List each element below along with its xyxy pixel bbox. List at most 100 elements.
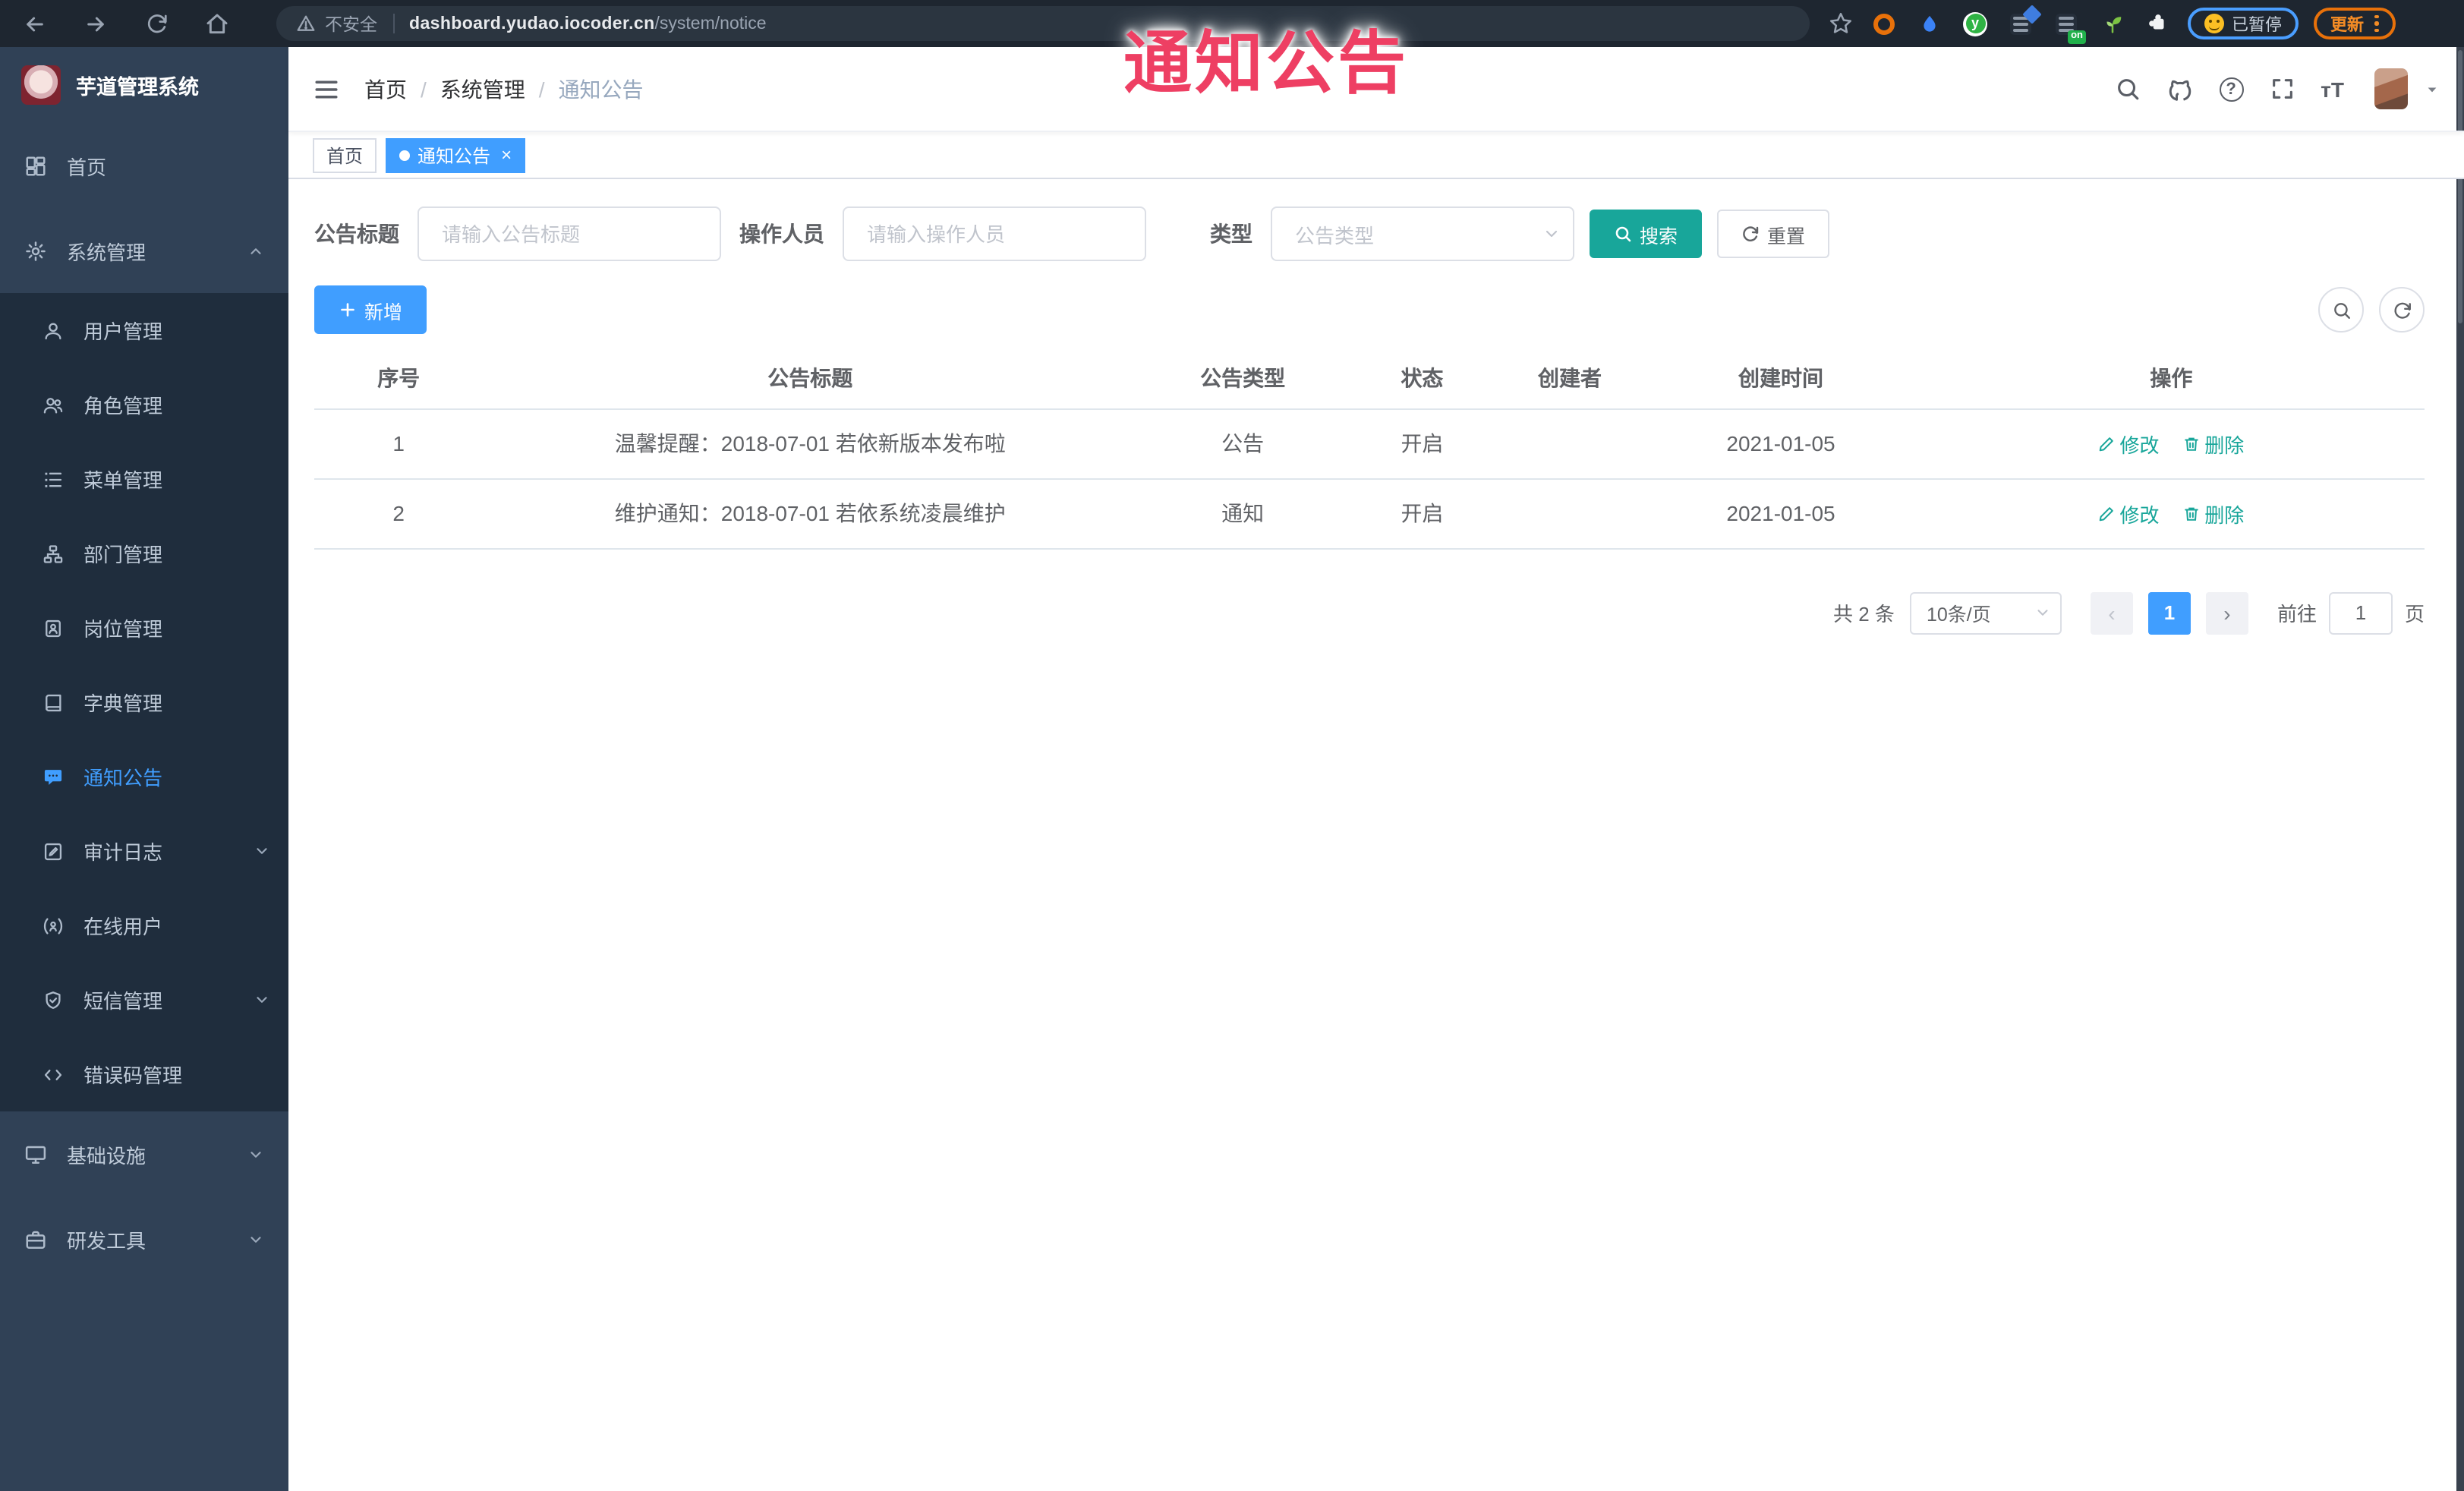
- cell-creator: [1495, 478, 1644, 549]
- browser-back-icon[interactable]: [15, 5, 55, 42]
- sidebar-item-audit-log[interactable]: 审计日志: [0, 814, 288, 888]
- sidebar-item-dictionary[interactable]: 字典管理: [0, 665, 288, 739]
- book-icon: [43, 692, 64, 713]
- address-bar[interactable]: 不安全 dashboard.yudao.iocoder.cn /system/n…: [276, 6, 1810, 41]
- next-page-button[interactable]: ›: [2205, 591, 2248, 634]
- breadcrumb-system[interactable]: 系统管理: [440, 74, 525, 104]
- header-type: 公告类型: [1137, 348, 1349, 409]
- profile-paused-badge[interactable]: 已暂停: [2188, 8, 2299, 39]
- sidebar-item-online-users[interactable]: 在线用户: [0, 888, 288, 963]
- sidebar-item-devtools[interactable]: 研发工具: [0, 1196, 288, 1281]
- fullscreen-icon[interactable]: [2269, 76, 2295, 102]
- bookmark-star-icon[interactable]: [1828, 11, 1854, 36]
- sidebar-item-departments[interactable]: 部门管理: [0, 516, 288, 591]
- extension-y-icon[interactable]: y: [1960, 8, 1990, 39]
- header-no: 序号: [314, 348, 484, 409]
- reset-button-label: 重置: [1767, 225, 1806, 247]
- cell-type: 公告: [1137, 408, 1349, 479]
- toolbox-icon: [24, 1228, 47, 1250]
- tags-view-bar: 首页 通知公告 ×: [288, 132, 2464, 179]
- extensions-puzzle-icon[interactable]: [2142, 8, 2173, 39]
- cell-actions: 修改 删除: [1917, 408, 2425, 479]
- screen: 通知公告 不安全 dashboard.yudao.iocoder.cn /sys…: [0, 0, 2464, 1491]
- search-button-label: 搜索: [1640, 225, 1678, 247]
- people-icon: [43, 394, 64, 415]
- operator-input[interactable]: [843, 206, 1146, 261]
- delete-button[interactable]: 删除: [2183, 429, 2244, 458]
- right-toolbar: [2318, 287, 2425, 333]
- user-avatar[interactable]: [2374, 68, 2408, 109]
- url-path: /system/notice: [654, 14, 767, 33]
- sidebar: 芋道管理系统 首页 系统管理 用户管理 角色管理 菜单管理 部门管理 岗位管理 …: [0, 47, 288, 1491]
- app-logo-row[interactable]: 芋道管理系统: [0, 47, 288, 123]
- chevron-down-icon: [2034, 604, 2051, 621]
- extension-diamond-icon[interactable]: [2006, 4, 2042, 39]
- type-label: 类型: [1210, 222, 1252, 246]
- refresh-table-button[interactable]: [2379, 287, 2425, 333]
- notice-type-select[interactable]: 公告类型: [1271, 206, 1574, 261]
- security-warning-icon[interactable]: [296, 14, 316, 33]
- extension-drop-icon[interactable]: [1914, 8, 1945, 39]
- extension-on-badge-icon[interactable]: on: [2051, 8, 2086, 43]
- tag-label: 通知公告: [417, 145, 491, 166]
- chevron-up-icon: [247, 242, 264, 259]
- org-tree-icon: [43, 543, 64, 564]
- cell-creator: [1495, 408, 1644, 479]
- extension-orange-icon[interactable]: [1869, 8, 1899, 39]
- trash-icon: [2183, 505, 2200, 522]
- header-search-icon[interactable]: [2114, 76, 2140, 102]
- help-icon[interactable]: ?: [2219, 77, 2244, 101]
- search-icon: [2331, 300, 2351, 320]
- tag-close-icon[interactable]: ×: [501, 146, 512, 164]
- browser-update-button[interactable]: 更新: [2314, 8, 2395, 39]
- extension-leaf-icon[interactable]: [2097, 8, 2127, 39]
- notice-title-label: 公告标题: [314, 222, 399, 246]
- font-size-icon[interactable]: тT: [2321, 77, 2344, 101]
- edit-button[interactable]: 修改: [2098, 499, 2159, 528]
- edit-button[interactable]: 修改: [2098, 429, 2159, 458]
- sidebar-item-infrastructure[interactable]: 基础设施: [0, 1111, 288, 1196]
- breadcrumb-home[interactable]: 首页: [364, 74, 407, 104]
- sidebar-item-roles[interactable]: 角色管理: [0, 367, 288, 442]
- avatar-caret-down-icon[interactable]: [2425, 81, 2440, 96]
- github-icon[interactable]: [2166, 75, 2193, 102]
- current-page[interactable]: 1: [2147, 591, 2191, 634]
- sidebar-item-label: 基础设施: [67, 1144, 147, 1167]
- breadcrumb-current: 通知公告: [558, 77, 644, 101]
- page-size-select[interactable]: 10条/页: [1909, 591, 2062, 634]
- reset-button[interactable]: 重置: [1717, 210, 1830, 258]
- select-placeholder: 公告类型: [1295, 224, 1375, 247]
- sidebar-item-home[interactable]: 首页: [0, 123, 288, 208]
- page-scrollbar[interactable]: [2456, 47, 2464, 1491]
- browser-forward-icon[interactable]: [76, 5, 115, 42]
- sidebar-item-posts[interactable]: 岗位管理: [0, 591, 288, 665]
- sidebar-item-users[interactable]: 用户管理: [0, 293, 288, 367]
- prev-page-button[interactable]: ‹: [2090, 591, 2133, 634]
- navbar-actions: ? тT: [2114, 68, 2440, 109]
- search-icon: [1614, 225, 1632, 243]
- sidebar-item-error-codes[interactable]: 错误码管理: [0, 1037, 288, 1111]
- sidebar-item-notices[interactable]: 通知公告: [0, 739, 288, 814]
- tag-notices-active[interactable]: 通知公告 ×: [386, 137, 526, 172]
- sidebar-item-label: 用户管理: [83, 320, 163, 343]
- goto-page-input[interactable]: [2328, 591, 2393, 634]
- sidebar-item-system[interactable]: 系统管理: [0, 208, 288, 293]
- notice-title-input[interactable]: [417, 206, 721, 261]
- page-size-value: 10条/页: [1926, 604, 1991, 626]
- table-toolbar: 新增: [314, 285, 2425, 334]
- delete-button[interactable]: 删除: [2183, 499, 2244, 528]
- sidebar-item-menus[interactable]: 菜单管理: [0, 442, 288, 516]
- tag-home[interactable]: 首页: [313, 137, 377, 172]
- sidebar-item-label: 系统管理: [67, 241, 147, 263]
- add-button[interactable]: 新增: [314, 285, 427, 334]
- edit-pencil-icon: [2098, 505, 2115, 522]
- header-creator: 创建者: [1495, 348, 1644, 409]
- browser-reload-icon[interactable]: [137, 5, 176, 42]
- sidebar-item-sms[interactable]: 短信管理: [0, 963, 288, 1037]
- search-button[interactable]: 搜索: [1590, 210, 1703, 258]
- sidebar-toggle-icon[interactable]: [313, 75, 340, 102]
- browser-menu-icon[interactable]: [2374, 14, 2378, 33]
- toggle-search-button[interactable]: [2318, 287, 2364, 333]
- sidebar-item-label: 角色管理: [83, 395, 163, 418]
- browser-home-icon[interactable]: [197, 5, 237, 42]
